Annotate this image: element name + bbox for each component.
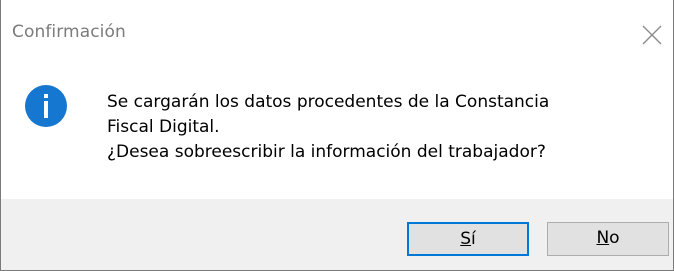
message-line-2: Fiscal Digital.: [107, 117, 220, 137]
title-bar[interactable]: Confirmación: [1, 0, 673, 68]
yes-button-rest: í: [471, 229, 476, 249]
no-button-mnemonic: N: [596, 228, 610, 248]
message-text: Se cargarán los datos procedentes de la …: [107, 90, 647, 165]
no-button[interactable]: No: [547, 222, 669, 256]
message-line-1: Se cargarán los datos procedentes de la …: [107, 92, 550, 112]
message-line-3: ¿Desea sobreescribir la información del …: [107, 142, 546, 162]
no-button-rest: o: [609, 228, 620, 248]
confirmation-dialog: Confirmación Se cargarán los datos proce…: [0, 0, 674, 271]
dialog-title: Confirmación: [12, 22, 126, 42]
yes-button-mnemonic: S: [460, 229, 472, 249]
close-icon: [642, 25, 662, 45]
dialog-content: Se cargarán los datos procedentes de la …: [1, 68, 673, 200]
close-button[interactable]: [631, 14, 673, 56]
button-bar: Sí No: [1, 199, 673, 270]
info-icon: [25, 85, 67, 127]
yes-button[interactable]: Sí: [407, 222, 529, 256]
